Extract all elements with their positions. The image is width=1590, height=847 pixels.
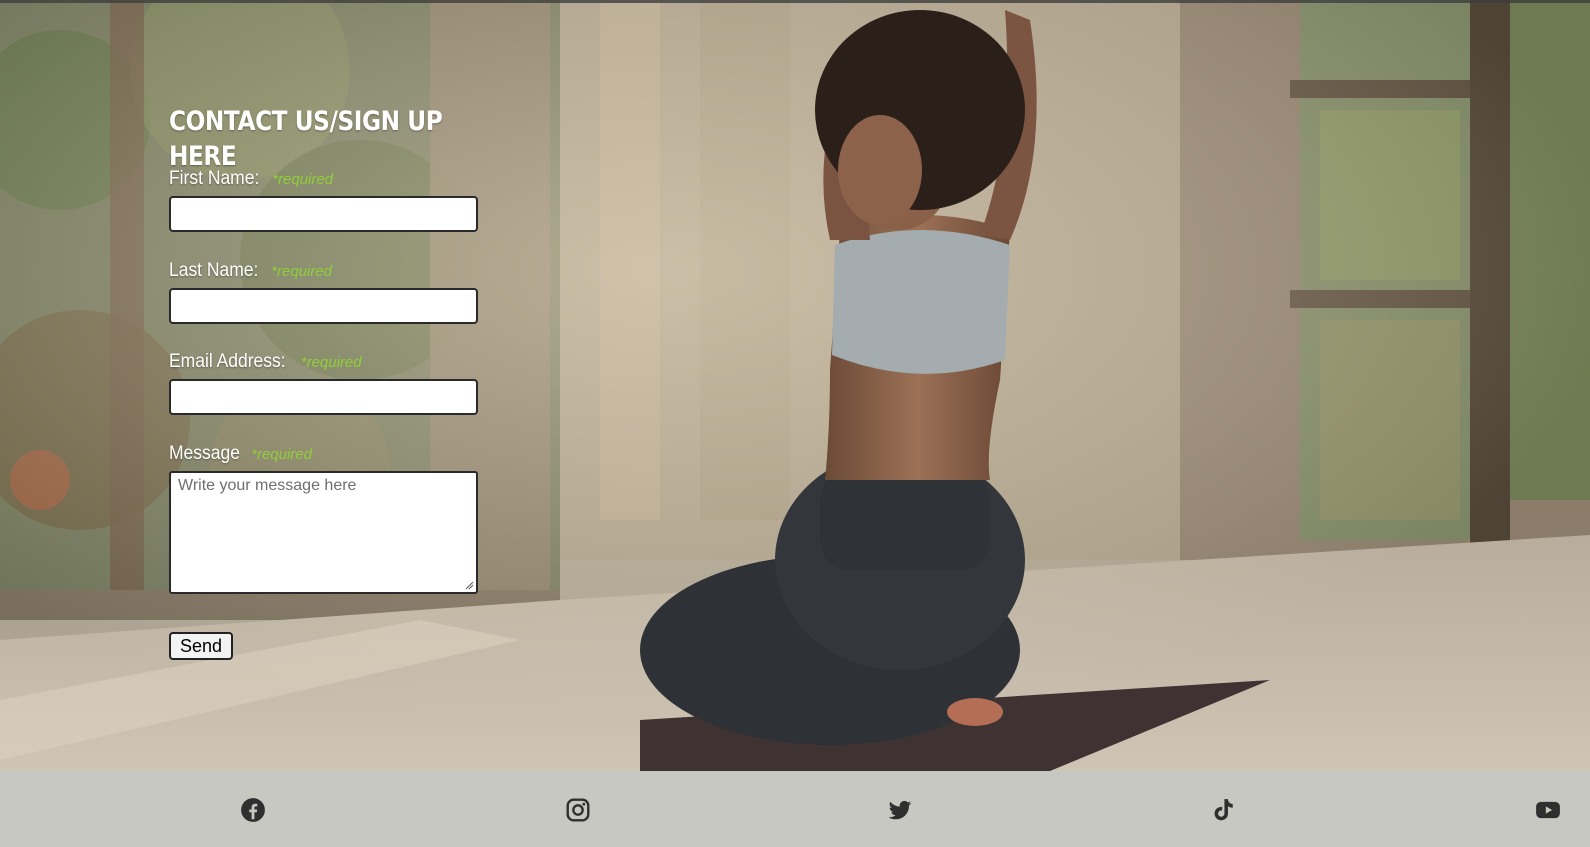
message-group: Message *required — [169, 443, 312, 467]
message-label: Message — [169, 443, 240, 464]
youtube-link[interactable] — [1534, 796, 1562, 824]
email-label: Email Address: — [169, 351, 286, 372]
first-name-label: First Name: — [169, 168, 260, 189]
resize-handle-icon[interactable] — [464, 580, 474, 590]
required-note: *required — [300, 354, 362, 371]
twitter-icon — [888, 800, 912, 820]
instagram-link[interactable] — [564, 796, 592, 824]
first-name-field[interactable] — [169, 196, 478, 232]
facebook-icon — [241, 798, 265, 822]
required-note: *required — [271, 263, 333, 280]
send-button[interactable]: Send — [169, 632, 234, 660]
last-name-group: Last Name: *required — [169, 260, 332, 284]
form-title: CONTACT US/SIGN UP HERE — [169, 106, 443, 173]
message-field[interactable]: Write your message here — [169, 471, 478, 594]
tiktok-link[interactable] — [1209, 796, 1237, 824]
youtube-icon — [1536, 801, 1560, 819]
contact-form: CONTACT US/SIGN UP HERE First Name: *req… — [169, 104, 529, 660]
last-name-label: Last Name: — [169, 260, 259, 281]
instagram-icon — [566, 798, 590, 822]
last-name-field[interactable] — [169, 288, 478, 324]
email-field[interactable] — [169, 379, 478, 415]
message-placeholder: Write your message here — [178, 477, 357, 494]
hero-section: CONTACT US/SIGN UP HERE First Name: *req… — [0, 0, 1590, 771]
page: CONTACT US/SIGN UP HERE First Name: *req… — [0, 0, 1590, 847]
tiktok-icon — [1214, 799, 1233, 821]
top-border — [0, 0, 1590, 3]
email-group: Email Address: *required — [169, 351, 362, 375]
facebook-link[interactable] — [239, 796, 267, 824]
required-note: *required — [251, 446, 312, 463]
footer — [0, 771, 1590, 847]
required-note: *required — [272, 171, 334, 188]
twitter-link[interactable] — [886, 796, 914, 824]
first-name-group: First Name: *required — [169, 168, 333, 192]
